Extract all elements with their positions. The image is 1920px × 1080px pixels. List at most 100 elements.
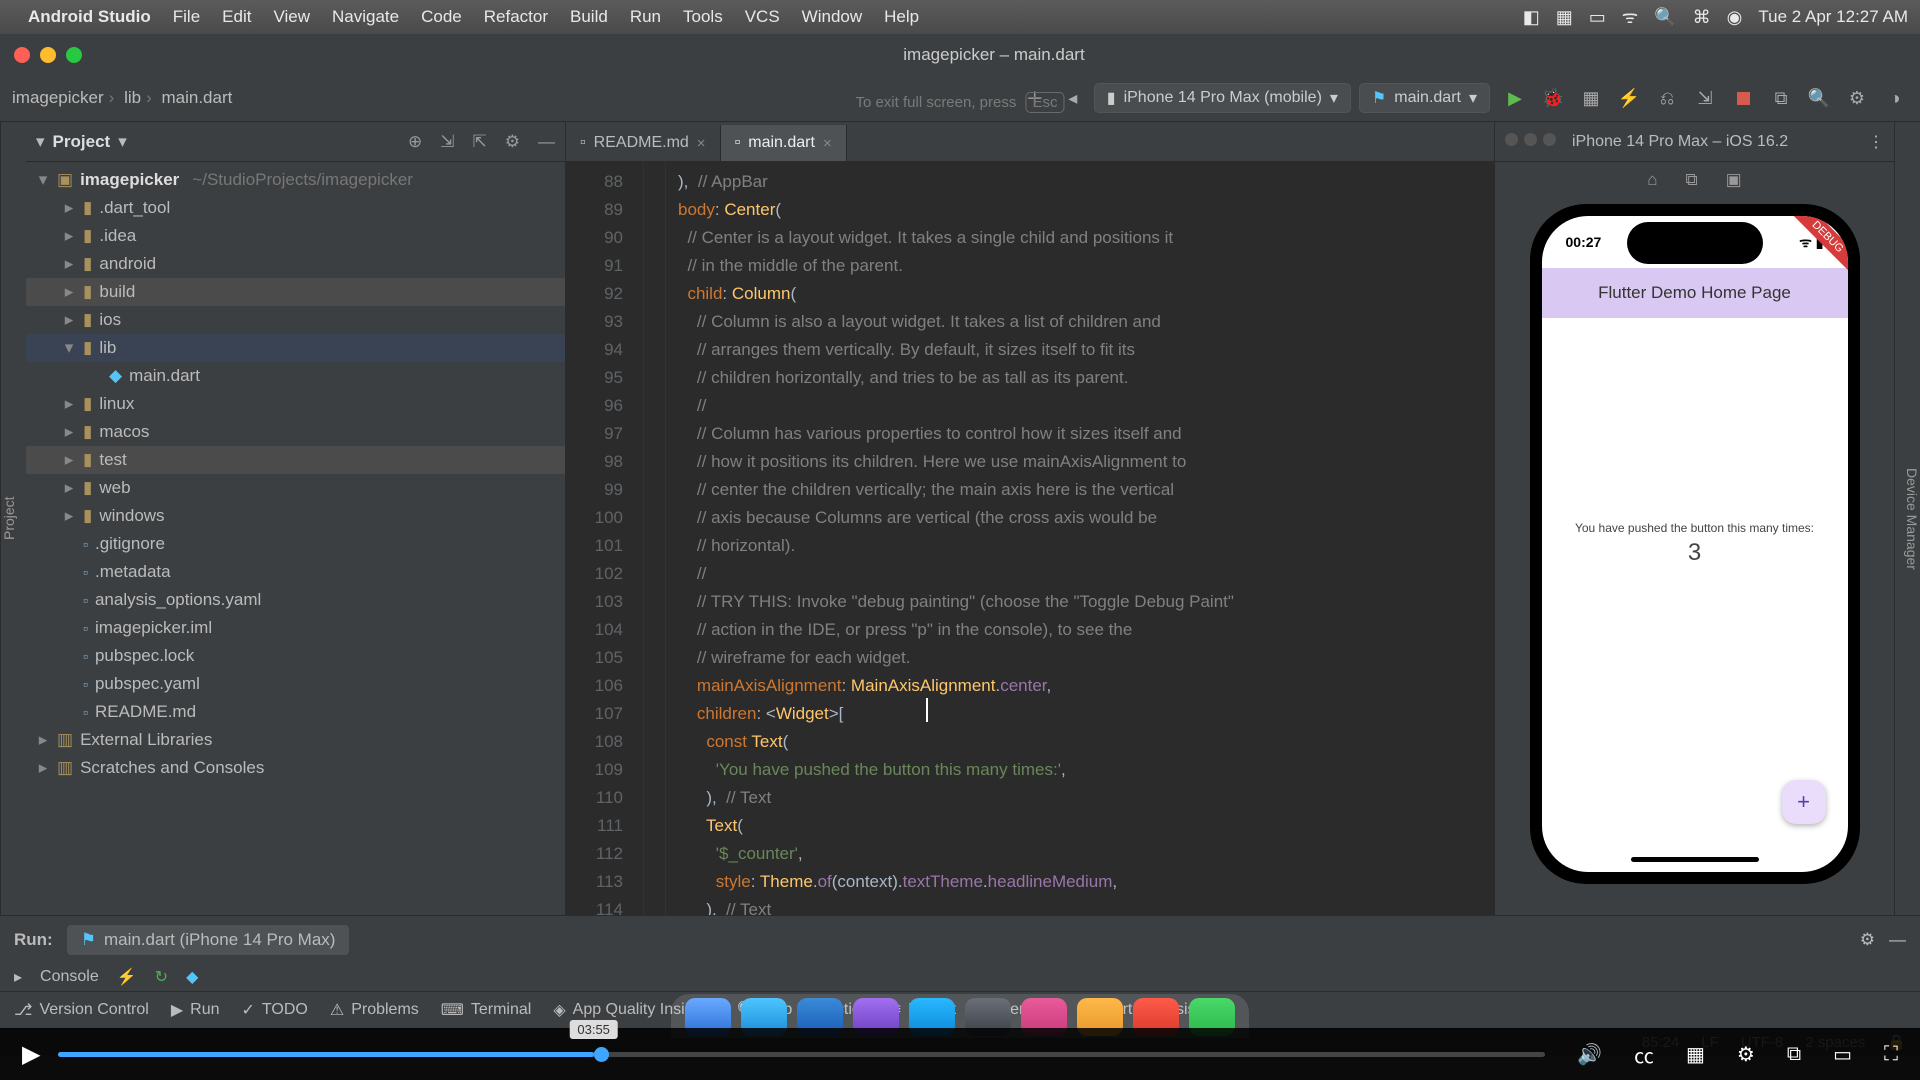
bottom-tab-problems[interactable]: ⚠Problems bbox=[330, 1000, 419, 1020]
editor-tab[interactable]: ▫README.md× bbox=[566, 125, 721, 161]
collapse-icon[interactable]: ⇱ bbox=[473, 132, 487, 152]
attach-icon[interactable]: ⎌ bbox=[1654, 85, 1680, 111]
tray-siri-icon[interactable]: ◉ bbox=[1727, 7, 1743, 28]
tray-search-icon[interactable]: 🔍 bbox=[1654, 7, 1676, 28]
breadcrumb[interactable]: imagepicker› lib› main.dart bbox=[12, 88, 232, 108]
video-seek-track[interactable]: 03:55 bbox=[58, 1052, 1545, 1057]
menu-code[interactable]: Code bbox=[421, 7, 462, 26]
tree-item[interactable]: ▸▮android bbox=[26, 250, 565, 278]
run-config-selector[interactable]: ⚑ main.dart ▾ bbox=[1359, 83, 1490, 113]
tree-root[interactable]: ▾▣imagepicker ~/StudioProjects/imagepick… bbox=[26, 166, 565, 194]
menubar-clock[interactable]: Tue 2 Apr 12:27 AM bbox=[1758, 7, 1908, 27]
emulator-header[interactable]: iPhone 14 Pro Max – iOS 16.2 ⋮ bbox=[1495, 122, 1894, 162]
bottom-tab-version-control[interactable]: ⎇Version Control bbox=[14, 1000, 149, 1020]
hide-icon[interactable]: — bbox=[1889, 930, 1906, 950]
restart-icon[interactable]: ↻ bbox=[155, 967, 168, 987]
hot-reload-icon[interactable]: ⚡ bbox=[117, 967, 137, 987]
traffic-lights[interactable] bbox=[14, 47, 82, 63]
menu-vcs[interactable]: VCS bbox=[745, 7, 780, 26]
chevron-down-icon[interactable]: ▾ bbox=[36, 132, 45, 152]
run-button[interactable]: ▶ bbox=[1502, 85, 1528, 111]
menu-file[interactable]: File bbox=[173, 7, 200, 26]
menu-window[interactable]: Window bbox=[802, 7, 862, 26]
menu-refactor[interactable]: Refactor bbox=[484, 7, 548, 26]
menu-view[interactable]: View bbox=[273, 7, 310, 26]
gear-icon[interactable]: ⚙ bbox=[505, 132, 520, 152]
home-indicator[interactable] bbox=[1631, 857, 1759, 862]
tray-icon[interactable]: ▦ bbox=[1556, 7, 1573, 28]
project-tree[interactable]: ▾▣imagepicker ~/StudioProjects/imagepick… bbox=[26, 162, 565, 915]
tree-item[interactable]: ▸▮web bbox=[26, 474, 565, 502]
tree-item[interactable]: ▫pubspec.lock bbox=[26, 642, 565, 670]
hide-icon[interactable]: — bbox=[538, 132, 555, 152]
menu-run[interactable]: Run bbox=[630, 7, 661, 26]
bottom-tab-todo[interactable]: ✓TODO bbox=[242, 1000, 308, 1020]
gear-icon[interactable]: ⚙ bbox=[1860, 930, 1875, 950]
phone-screen[interactable]: DEBUG 00:27 ᯤ ▮ Flutter Demo Home Page Y… bbox=[1542, 216, 1848, 872]
menu-navigate[interactable]: Navigate bbox=[332, 7, 399, 26]
seek-thumb[interactable] bbox=[594, 1047, 609, 1062]
search-icon[interactable]: 🔍 bbox=[1806, 85, 1832, 111]
tree-item[interactable]: ▸▮linux bbox=[26, 390, 565, 418]
close-icon[interactable]: × bbox=[697, 135, 706, 152]
tree-item[interactable]: ▾▮lib bbox=[26, 334, 565, 362]
run-tab[interactable]: ⚑ main.dart (iPhone 14 Pro Max) bbox=[67, 925, 350, 955]
fold-gutter[interactable] bbox=[644, 162, 666, 915]
tree-item[interactable]: ▫analysis_options.yaml bbox=[26, 586, 565, 614]
tree-item[interactable]: ▫imagepicker.iml bbox=[26, 614, 565, 642]
bottom-tab-run[interactable]: ▶Run bbox=[171, 1000, 220, 1020]
menu-help[interactable]: Help bbox=[884, 7, 919, 26]
emulator-toolbar[interactable]: ⌂ ⧉ ▣ bbox=[1495, 162, 1894, 198]
console-tab[interactable]: Console bbox=[40, 968, 99, 986]
device-selector[interactable]: ▮ iPhone 14 Pro Max (mobile) ▾ bbox=[1094, 83, 1351, 113]
bottom-tab-terminal[interactable]: ⌨Terminal bbox=[441, 1000, 532, 1020]
tree-item[interactable]: ▸▮windows bbox=[26, 502, 565, 530]
tree-item[interactable]: ▫.metadata bbox=[26, 558, 565, 586]
coverage-button[interactable]: ▦ bbox=[1578, 85, 1604, 111]
left-tool-strip[interactable]: Project bbox=[0, 122, 26, 915]
tray-control-center-icon[interactable]: ⌘ bbox=[1693, 7, 1711, 28]
tree-item[interactable]: ▸▮ios bbox=[26, 306, 565, 334]
expand-icon[interactable]: ⇲ bbox=[440, 132, 454, 152]
tray-battery-icon[interactable]: ▭ bbox=[1589, 7, 1606, 28]
right-tool-strip[interactable]: Device Manager bbox=[1894, 122, 1920, 915]
select-file-icon[interactable]: ⊕ bbox=[408, 132, 422, 152]
menu-build[interactable]: Build bbox=[570, 7, 608, 26]
quality-icon[interactable]: ▦ bbox=[1686, 1042, 1705, 1067]
profile-icon[interactable]: ◑ bbox=[1882, 85, 1908, 111]
project-title[interactable]: Project bbox=[53, 132, 111, 152]
screenshot-icon[interactable]: ⧉ bbox=[1686, 170, 1698, 190]
minimize-icon[interactable] bbox=[40, 47, 56, 63]
editor-tabs[interactable]: ▫README.md×▫main.dart× bbox=[566, 122, 1494, 162]
gear-icon[interactable]: ⚙ bbox=[1737, 1042, 1755, 1067]
devices-icon[interactable]: ⧉ bbox=[1768, 85, 1794, 111]
menu-edit[interactable]: Edit bbox=[222, 7, 251, 26]
close-icon[interactable] bbox=[14, 47, 30, 63]
tree-item[interactable]: ▫README.md bbox=[26, 698, 565, 726]
tree-item[interactable]: ▸▮macos bbox=[26, 418, 565, 446]
editor-tab[interactable]: ▫main.dart× bbox=[721, 125, 847, 161]
play-button[interactable]: ▶ bbox=[22, 1040, 40, 1069]
settings-icon[interactable]: ⚙ bbox=[1844, 85, 1870, 111]
stop-button[interactable] bbox=[1730, 85, 1756, 111]
tray-wifi-icon[interactable]: ᯤ bbox=[1622, 5, 1638, 29]
code-area[interactable]: 8889909192939495969798991001011021031041… bbox=[566, 162, 1494, 915]
line-gutter[interactable]: 8889909192939495969798991001011021031041… bbox=[566, 162, 644, 915]
volume-icon[interactable]: 🔊 bbox=[1577, 1042, 1602, 1067]
video-player-bar[interactable]: ▶ 03:55 🔊 ㏄ ▦ ⚙ ⧉ ▭ ⛶ bbox=[0, 1028, 1920, 1080]
zoom-icon[interactable] bbox=[66, 47, 82, 63]
tree-item[interactable]: ◆main.dart bbox=[26, 362, 565, 390]
tree-item[interactable]: ▸▥Scratches and Consoles bbox=[26, 754, 565, 782]
tray-icon[interactable]: ◧ bbox=[1523, 7, 1540, 28]
floating-action-button[interactable]: + bbox=[1782, 780, 1826, 824]
debug-button[interactable]: 🐞 bbox=[1540, 85, 1566, 111]
run-panel-header[interactable]: Run: ⚑ main.dart (iPhone 14 Pro Max) ⚙ — bbox=[0, 915, 1920, 963]
tree-item[interactable]: ▫.gitignore bbox=[26, 530, 565, 558]
tree-item[interactable]: ▸▮test bbox=[26, 446, 565, 474]
captions-icon[interactable]: ㏄ bbox=[1634, 1040, 1654, 1069]
close-icon[interactable]: × bbox=[823, 135, 832, 152]
chevron-down-icon[interactable]: ▾ bbox=[118, 132, 127, 152]
apps-icon[interactable]: ▣ bbox=[1726, 170, 1742, 190]
home-icon[interactable]: ⌂ bbox=[1647, 170, 1657, 190]
tree-item[interactable]: ▸▥External Libraries bbox=[26, 726, 565, 754]
